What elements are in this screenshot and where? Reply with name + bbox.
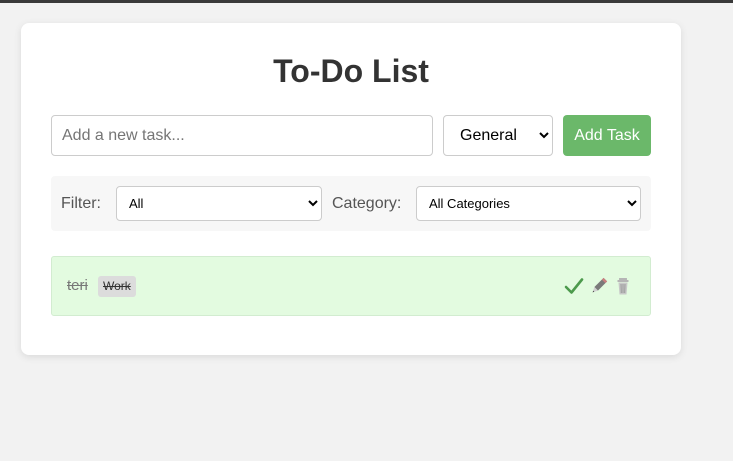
status-filter-label: Filter:: [61, 195, 101, 212]
trash-icon[interactable]: [612, 275, 634, 297]
new-task-input[interactable]: [51, 115, 433, 156]
category-filter-label: Category:: [332, 195, 402, 212]
new-task-category-select[interactable]: General: [443, 115, 553, 156]
checkmark-icon[interactable]: [563, 275, 585, 297]
task-item: teri Work: [51, 256, 651, 316]
category-filter-select[interactable]: All Categories: [416, 186, 641, 221]
task-list: teri Work: [51, 256, 651, 316]
add-task-button[interactable]: Add Task: [563, 115, 651, 156]
page-title: To-Do List: [273, 53, 429, 89]
status-filter-select[interactable]: All: [116, 186, 322, 221]
task-text[interactable]: teri: [67, 277, 88, 295]
todo-card: To-Do List General Add Task Filter: All …: [21, 23, 681, 355]
filter-bar: Filter: All Category: All Categories: [51, 176, 651, 231]
task-category-badge: Work: [98, 276, 136, 297]
browser-top-edge: [0, 0, 733, 3]
pencil-icon[interactable]: [588, 275, 610, 297]
